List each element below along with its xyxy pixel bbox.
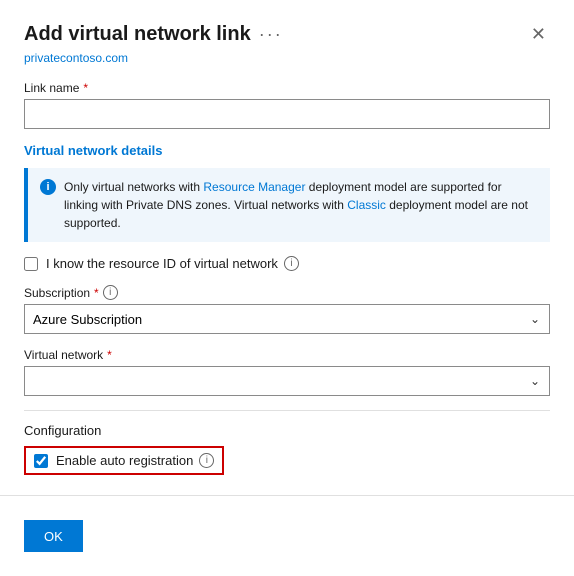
- ok-button[interactable]: OK: [24, 520, 83, 552]
- subscription-info-icon[interactable]: i: [103, 285, 118, 300]
- dialog-title: Add virtual network link: [24, 23, 251, 46]
- dialog-title-row: Add virtual network link ···: [24, 23, 283, 46]
- resource-manager-link[interactable]: Resource Manager: [203, 180, 305, 194]
- virtual-network-section-title: Virtual network details: [24, 143, 550, 158]
- add-virtual-network-link-dialog: Add virtual network link ··· ✕ privateco…: [0, 0, 574, 576]
- link-name-input[interactable]: [24, 99, 550, 129]
- configuration-label: Configuration: [24, 423, 550, 438]
- required-star: *: [83, 81, 88, 95]
- resource-id-row: I know the resource ID of virtual networ…: [24, 256, 550, 271]
- info-icon: i: [40, 179, 56, 195]
- subscription-required-star: *: [94, 286, 99, 300]
- subscription-select-wrapper: Azure Subscription ⌄: [24, 304, 550, 334]
- close-button[interactable]: ✕: [527, 20, 550, 49]
- more-options-icon[interactable]: ···: [259, 24, 283, 45]
- info-text: Only virtual networks with Resource Mana…: [64, 178, 538, 232]
- subscription-select[interactable]: Azure Subscription: [24, 304, 550, 334]
- vnet-required-star: *: [107, 348, 112, 362]
- virtual-network-select-wrapper: ⌄: [24, 366, 550, 396]
- footer-divider: [0, 495, 574, 496]
- virtual-network-select[interactable]: [24, 366, 550, 396]
- resource-id-label: I know the resource ID of virtual networ…: [46, 256, 299, 271]
- virtual-network-label: Virtual network *: [24, 348, 550, 362]
- info-box: i Only virtual networks with Resource Ma…: [24, 168, 550, 242]
- auto-reg-label: Enable auto registration i: [56, 453, 214, 468]
- dialog-header: Add virtual network link ··· ✕: [24, 20, 550, 49]
- auto-registration-row: Enable auto registration i: [24, 446, 550, 479]
- auto-reg-info-icon[interactable]: i: [199, 453, 214, 468]
- resource-id-info-icon[interactable]: i: [284, 256, 299, 271]
- link-name-label: Link name *: [24, 81, 550, 95]
- auto-reg-checkbox[interactable]: [34, 454, 48, 468]
- classic-link[interactable]: Classic: [347, 198, 386, 212]
- virtual-network-field: Virtual network * ⌄: [24, 348, 550, 396]
- resource-id-checkbox[interactable]: [24, 257, 38, 271]
- auto-reg-highlight-box: Enable auto registration i: [24, 446, 224, 475]
- configuration-section: Configuration Enable auto registration i: [24, 410, 550, 479]
- link-name-field: Link name *: [24, 81, 550, 143]
- subscription-label: Subscription * i: [24, 285, 550, 300]
- subscription-field: Subscription * i Azure Subscription ⌄: [24, 285, 550, 334]
- dialog-subtitle: privatecontoso.com: [24, 51, 550, 65]
